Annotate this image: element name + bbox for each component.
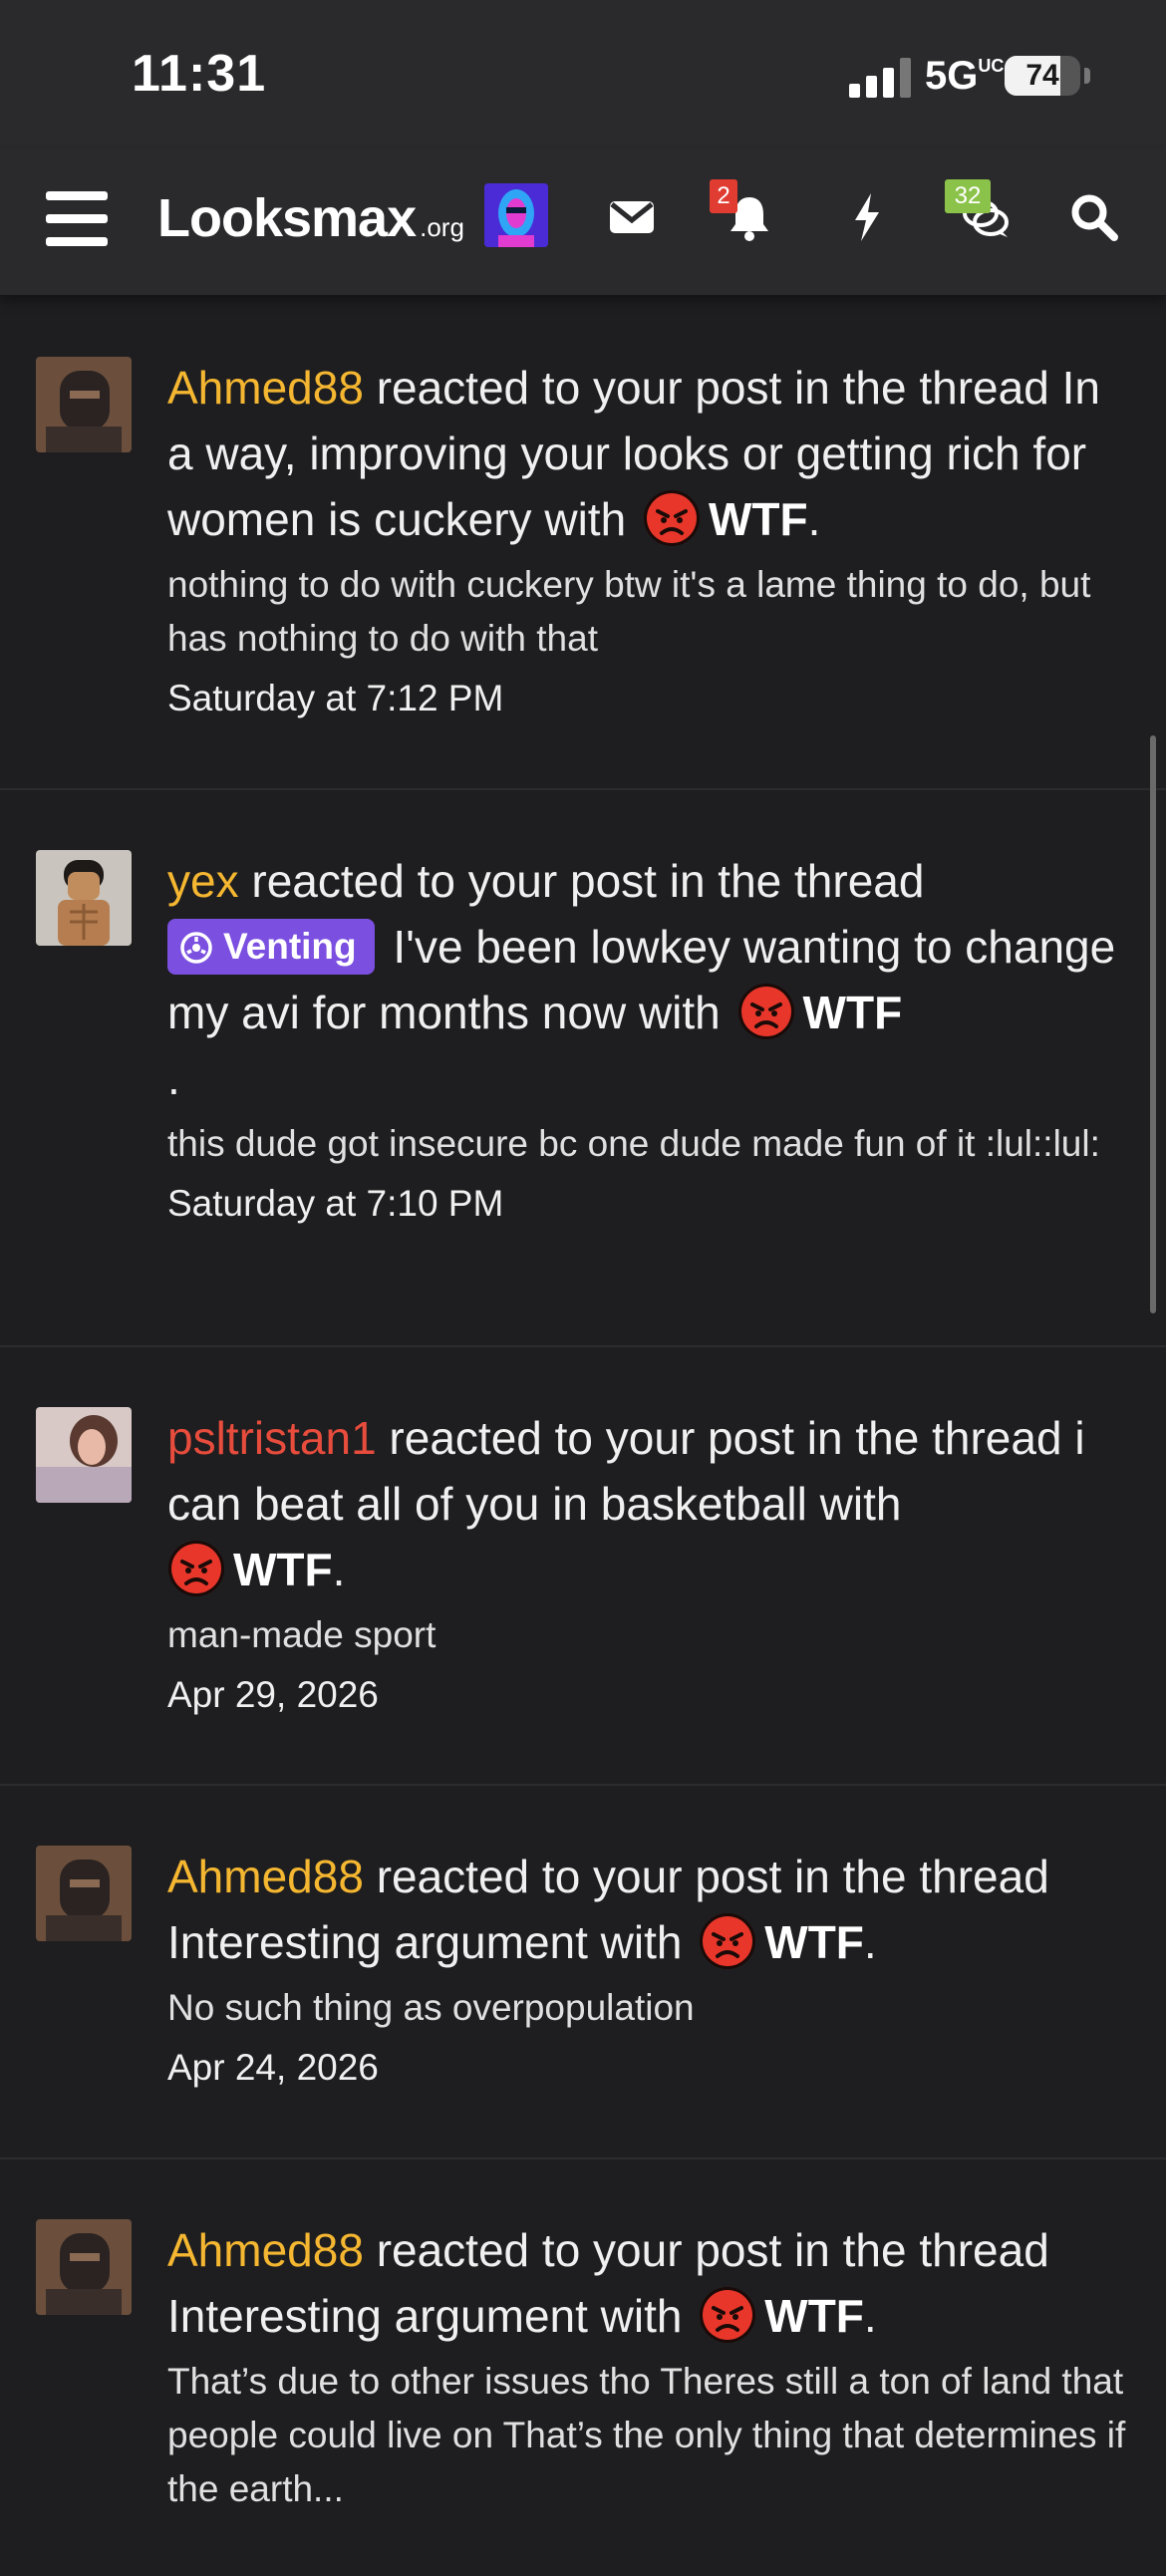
alert-username[interactable]: Ahmed88: [167, 362, 364, 414]
alert-snippet: No such thing as overpopulation: [167, 1987, 695, 2028]
battery-icon: 74: [1005, 56, 1080, 96]
alert-item[interactable]: psltristan1 reacted to your post in the …: [0, 1345, 1166, 1786]
logo-text: Looksmax: [157, 188, 417, 248]
venting-icon: [180, 932, 212, 964]
thread-link[interactable]: Interesting argument: [167, 1916, 588, 1968]
alert-snippet: nothing to do with cuckery btw it's a la…: [167, 564, 1091, 659]
alert-action-text: reacted to your post in the thread: [363, 1851, 1049, 1902]
reaction-label: WTF: [764, 1916, 864, 1968]
thread-link[interactable]: Interesting argument: [167, 2290, 588, 2342]
alert-snippet: this dude got insecure bc one dude made …: [167, 1123, 1100, 1164]
thread-prefix-badge[interactable]: Venting: [167, 919, 375, 975]
alert-with-text: with: [587, 2290, 696, 2342]
avatar-psltristan1[interactable]: [36, 1407, 132, 1503]
alert-time: Saturday at 7:10 PM: [167, 1183, 504, 1224]
site-logo[interactable]: Looksmax .org: [157, 187, 464, 249]
battery-percent: 74: [1025, 59, 1059, 92]
avatar-ahmed88[interactable]: [36, 357, 132, 452]
alert-item[interactable]: Ahmed88 reacted to your post in the thre…: [0, 295, 1166, 790]
alert-headline: Ahmed88 reacted to your post in the thre…: [167, 1844, 1132, 1975]
alert-headline: psltristan1 reacted to your post in the …: [167, 1405, 1132, 1602]
battery-cap: [1084, 68, 1090, 84]
alert-time: Saturday at 7:12 PM: [167, 678, 504, 718]
alert-item[interactable]: Ahmed88 reacted to your post in the thre…: [0, 1784, 1166, 2159]
lightning-icon[interactable]: [837, 187, 897, 247]
alert-headline: yex reacted to your post in the thread Ve…: [167, 848, 1132, 1111]
search-icon[interactable]: [1064, 187, 1124, 247]
scrollbar[interactable]: [1150, 735, 1156, 1313]
alert-username[interactable]: Ahmed88: [167, 1851, 364, 1902]
reaction-label: WTF: [233, 1544, 333, 1595]
alert-headline: Ahmed88 reacted to your post in the thre…: [167, 2217, 1132, 2349]
avatar-yex[interactable]: [36, 850, 132, 946]
alert-snippet: man-made sport: [167, 1614, 437, 1655]
status-time: 11:31: [132, 45, 267, 103]
thread-prefix-label: Venting: [223, 926, 357, 967]
network-indicator: 5GUC: [925, 54, 1004, 99]
alert-end-punct: .: [167, 1052, 180, 1104]
alert-action-text: reacted to your post in the thread: [363, 362, 1062, 414]
alert-item[interactable]: Ahmed88 reacted to your post in the thre…: [0, 2157, 1166, 2576]
alert-action-text: reacted to your post in the thread: [238, 855, 925, 907]
menu-icon[interactable]: [46, 191, 108, 247]
alert-end-punct: .: [332, 1544, 346, 1595]
alert-snippet: That’s due to other issues tho Theres st…: [167, 2361, 1126, 2509]
alert-with-text: with: [587, 1916, 696, 1968]
conversations-count-badge: 32: [945, 179, 991, 213]
angry-face-icon: [737, 984, 794, 1039]
angry-face-icon: [168, 1541, 224, 1596]
network-sub-label: UC: [978, 56, 1005, 76]
alert-action-text: reacted to your post in the thread: [363, 2224, 1049, 2276]
alert-with-text: with: [626, 987, 733, 1038]
user-avatar[interactable]: [484, 183, 548, 247]
logo-tld: .org: [420, 212, 464, 242]
alert-with-text: with: [806, 1478, 902, 1530]
alert-username[interactable]: Ahmed88: [167, 2224, 364, 2276]
alert-end-punct: .: [863, 1916, 877, 1968]
status-bar: 11:31 5GUC 74: [0, 0, 1166, 149]
cellular-signal-icon: [849, 58, 913, 98]
alert-action-text: reacted to your post in the thread: [376, 1412, 1075, 1464]
alert-with-text: with: [531, 493, 639, 545]
avatar-ahmed88[interactable]: [36, 1846, 132, 1941]
top-navbar: Looksmax .org 2 32: [0, 149, 1166, 296]
angry-face-icon: [700, 1913, 756, 1969]
avatar-ahmed88[interactable]: [36, 2219, 132, 2315]
angry-face-icon: [700, 2287, 756, 2343]
angry-face-icon: [643, 490, 700, 546]
alert-time: Apr 24, 2026: [167, 2047, 379, 2088]
network-label: 5G: [925, 54, 979, 98]
reaction-label: WTF: [802, 987, 903, 1038]
alert-username[interactable]: psltristan1: [167, 1412, 377, 1464]
alert-item[interactable]: yex reacted to your post in the thread Ve…: [0, 788, 1166, 1347]
alert-username[interactable]: yex: [167, 855, 239, 907]
alert-end-punct: .: [863, 2290, 877, 2342]
alert-end-punct: .: [807, 493, 821, 545]
alert-headline: Ahmed88 reacted to your post in the thre…: [167, 355, 1132, 552]
alerts-count-badge: 2: [710, 179, 737, 213]
reaction-label: WTF: [708, 493, 808, 545]
envelope-icon[interactable]: [602, 187, 662, 247]
alert-time: Apr 29, 2026: [167, 1674, 379, 1715]
reaction-label: WTF: [764, 2290, 864, 2342]
